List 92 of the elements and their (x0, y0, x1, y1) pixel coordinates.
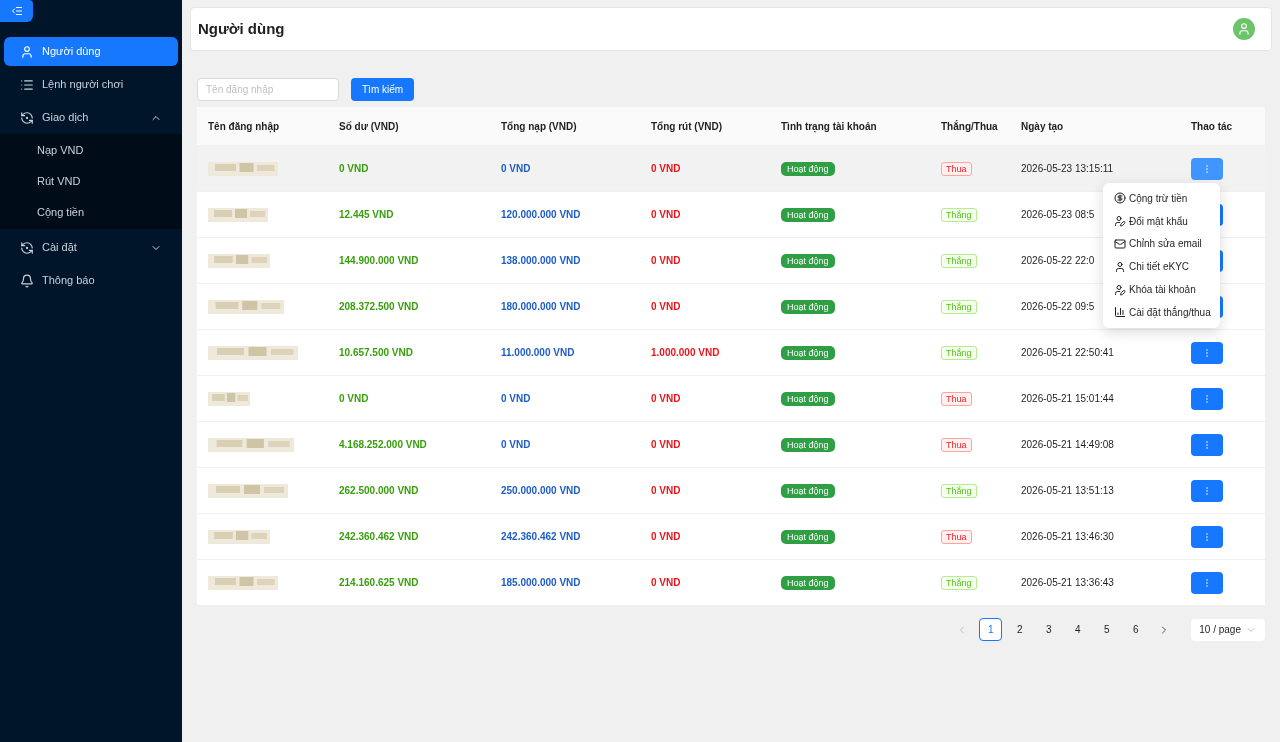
result-tag: Thua (941, 529, 972, 544)
date-cell: 2026-05-22 22:0 (1021, 255, 1095, 266)
withdraw-cell: 0 VND (651, 209, 681, 220)
withdraw-cell: 0 VND (651, 255, 681, 266)
date-cell: 2026-05-21 15:01:44 (1021, 393, 1114, 404)
result-tag: Thắng (941, 207, 977, 222)
deposit-cell: 138.000.000 VND (501, 255, 581, 266)
column-header: Tổng rút (VND) (650, 119, 724, 134)
sidebar-item[interactable]: Cài đặt (4, 233, 178, 262)
status-tag: Hoạt động (781, 437, 835, 452)
column-header: Ngày tạo (1020, 119, 1065, 134)
submenu-item[interactable]: Cộng tiền (0, 198, 182, 227)
search-field[interactable]: Tên đăng nhập (197, 78, 339, 101)
column-header: Số dư (VND) (338, 119, 400, 134)
page-button[interactable]: 3 (1037, 618, 1061, 641)
withdraw-cell: 0 VND (651, 485, 681, 496)
date-cell: 2026-05-21 13:36:43 (1021, 577, 1114, 588)
status-tag: Hoạt động (781, 299, 835, 314)
date-cell: 2026-05-23 08:5 (1021, 209, 1095, 220)
withdraw-cell: 0 VND (651, 301, 681, 312)
page-button[interactable]: 4 (1066, 618, 1090, 641)
deposit-cell: 185.000.000 VND (501, 577, 581, 588)
status-tag: Hoạt động (781, 253, 835, 268)
submenu-item[interactable]: Nạp VND (0, 136, 182, 165)
sidebar-item[interactable]: Thông báo (4, 266, 178, 295)
column-header: Tình trạng tài khoản (780, 119, 878, 134)
deposit-cell: 180.000.000 VND (501, 301, 581, 312)
result-tag: Thắng (941, 483, 977, 498)
result-tag: Thắng (941, 299, 977, 314)
balance-cell: 242.360.462 VND (339, 531, 419, 542)
status-tag: Hoạt động (781, 483, 835, 498)
submenu-item[interactable]: Rút VND (0, 167, 182, 196)
sidebar-item[interactable]: Giao dịch (4, 103, 178, 132)
result-tag: Thắng (941, 253, 977, 268)
status-tag: Hoạt động (781, 207, 835, 222)
deposit-cell: 0 VND (501, 393, 531, 404)
date-cell: 2026-05-21 13:46:30 (1021, 531, 1114, 542)
deposit-cell: 250.000.000 VND (501, 485, 581, 496)
result-tag: Thua (941, 161, 972, 176)
page-button[interactable]: 2 (1008, 618, 1032, 641)
balance-cell: 12.445 VND (339, 209, 394, 220)
result-tag: Thắng (941, 575, 977, 590)
page-button[interactable]: 6 (1124, 618, 1148, 641)
deposit-cell: 0 VND (501, 439, 531, 450)
status-tag: Hoạt động (781, 575, 835, 590)
date-cell: 2026-05-21 14:49:08 (1021, 439, 1114, 450)
withdraw-cell: 1.000.000 VND (651, 347, 720, 358)
search-button[interactable]: Tìm kiếm (351, 78, 415, 101)
balance-cell: 208.372.500 VND (339, 301, 419, 312)
deposit-cell: 0 VND (501, 163, 531, 174)
withdraw-cell: 0 VND (651, 439, 681, 450)
balance-cell: 10.657.500 VND (339, 347, 413, 358)
status-tag: Hoạt động (781, 529, 835, 544)
column-header: Tên đăng nhập (207, 119, 281, 134)
result-tag: Thắng (941, 345, 977, 360)
deposit-cell: 120.000.000 VND (501, 209, 581, 220)
balance-cell: 4.168.252.000 VND (339, 439, 427, 450)
menu-item[interactable]: Khóa tài khoản (1103, 278, 1220, 301)
page-size-select[interactable]: 10 / page (1191, 618, 1265, 641)
status-tag: Hoạt động (781, 345, 835, 360)
withdraw-cell: 0 VND (651, 163, 681, 174)
column-header: Thắng/Thua (940, 119, 999, 134)
status-tag: Hoạt động (781, 391, 835, 406)
withdraw-cell: 0 VND (651, 531, 681, 542)
balance-cell: 0 VND (339, 163, 369, 174)
result-tag: Thua (941, 437, 972, 452)
menu-item[interactable]: Cộng trừ tiền (1103, 187, 1220, 210)
withdraw-cell: 0 VND (651, 393, 681, 404)
menu-item[interactable]: Chi tiết eKYC (1103, 255, 1220, 279)
page-title: Người dùng (198, 18, 285, 39)
sidebar-item[interactable]: Người dùng (4, 37, 178, 66)
menu-item[interactable]: Chỉnh sửa email (1103, 232, 1220, 256)
status-tag: Hoạt động (781, 161, 835, 176)
column-header: Thao tác (1190, 119, 1234, 134)
deposit-cell: 242.360.462 VND (501, 531, 581, 542)
deposit-cell: 11.000.000 VND (501, 347, 575, 358)
date-cell: 2026-05-23 13:15:11 (1021, 163, 1114, 174)
balance-cell: 262.500.000 VND (339, 485, 419, 496)
withdraw-cell: 0 VND (651, 577, 681, 588)
page-button[interactable]: 5 (1095, 618, 1119, 641)
menu-item[interactable]: Đổi mật khẩu (1103, 209, 1220, 233)
balance-cell: 214.160.625 VND (339, 577, 419, 588)
balance-cell: 0 VND (339, 393, 369, 404)
result-tag: Thua (941, 391, 972, 406)
date-cell: 2026-05-22 09:5 (1021, 301, 1095, 312)
menu-item[interactable]: Cài đặt thắng/thua (1103, 301, 1220, 324)
page-button[interactable]: 1 (979, 618, 1003, 641)
sidebar-item[interactable]: Lệnh người chơi (4, 70, 178, 99)
balance-cell: 144.900.000 VND (339, 255, 419, 266)
date-cell: 2026-05-21 13:51:13 (1021, 485, 1114, 496)
column-header: Tổng nạp (VND) (500, 119, 578, 134)
date-cell: 2026-05-21 22:50:41 (1021, 347, 1114, 358)
